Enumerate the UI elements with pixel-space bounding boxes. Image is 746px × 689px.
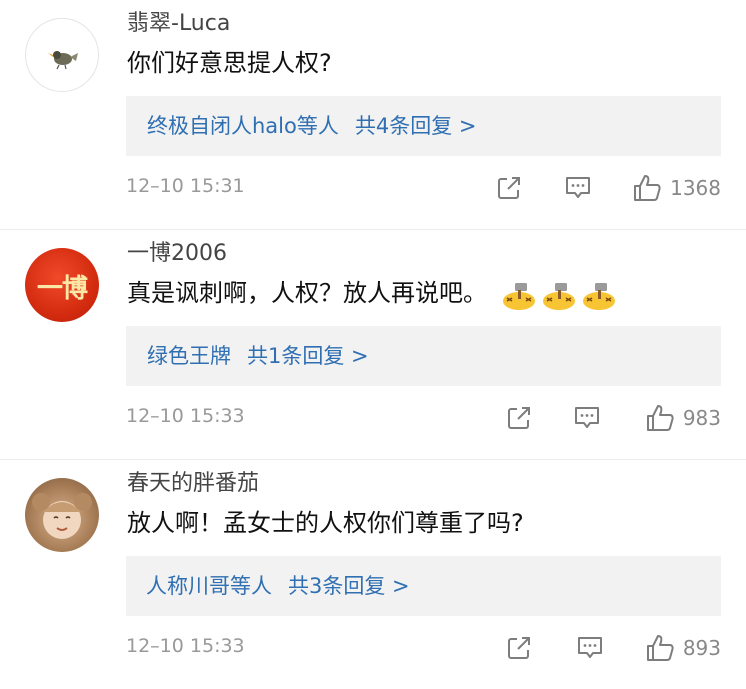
reply-count-link[interactable]: 共4条回复 >	[355, 114, 477, 138]
thumbs-up-icon	[634, 175, 661, 201]
baby-face-avatar-icon	[32, 493, 92, 539]
like-count: 983	[682, 406, 721, 430]
comment-text-row: 真是讽刺啊，人权？放人再说吧。	[127, 277, 621, 311]
like-button[interactable]: 893	[645, 632, 721, 664]
like-button[interactable]: 983	[645, 402, 721, 434]
comment-meta: 12–10 15:33 893	[126, 632, 721, 664]
comment-meta: 12–10 15:33 983	[126, 402, 721, 434]
share-button[interactable]	[506, 632, 532, 664]
comment-icon	[578, 637, 602, 658]
comment-item: 一博 一博2006 真是讽刺啊，人权？放人再说吧。 绿色王牌共1条回复 > 1	[0, 230, 746, 460]
comment-item: 春天的胖番茄 放人啊！孟女士的人权你们尊重了吗? 人称川哥等人 共3条回复 > 1…	[0, 460, 746, 689]
avatar[interactable]: 一博	[25, 248, 99, 322]
share-icon	[508, 407, 530, 429]
share-button[interactable]	[506, 402, 532, 434]
comment-button[interactable]	[564, 172, 592, 204]
reply-users[interactable]: 终极自闭人halo等人	[147, 114, 339, 138]
share-icon	[498, 177, 520, 199]
like-count: 893	[682, 636, 721, 660]
comment-icon	[566, 177, 590, 198]
comment-meta: 12–10 15:31 1368	[126, 172, 721, 204]
username[interactable]: 翡翠-Luca	[127, 10, 230, 38]
timestamp: 12–10 15:33	[126, 405, 245, 427]
emoji-group	[501, 278, 621, 311]
timestamp: 12–10 15:33	[126, 635, 245, 657]
reply-users[interactable]: 人称川哥等人	[146, 574, 272, 598]
thumbs-up-icon	[646, 405, 674, 431]
avatar[interactable]	[25, 18, 99, 92]
like-button[interactable]: 1368	[632, 172, 721, 204]
replies-preview[interactable]: 人称川哥等人 共3条回复 >	[126, 556, 721, 616]
hammer-face-emoji	[583, 282, 615, 310]
like-count: 1368	[670, 176, 721, 200]
comment-button[interactable]	[573, 402, 601, 434]
share-icon	[508, 637, 530, 659]
bird-avatar-icon	[48, 51, 78, 70]
reply-count-link[interactable]: 共3条回复 >	[288, 574, 410, 598]
replies-preview[interactable]: 绿色王牌 共1条回复 >	[126, 326, 721, 386]
hammer-face-emoji	[543, 282, 575, 310]
share-button[interactable]	[496, 172, 522, 204]
comment-item: 翡翠-Luca 你们好意思提人权? 终极自闭人halo等人 共4条回复 > 12–…	[0, 0, 746, 230]
comment-button[interactable]	[576, 632, 604, 664]
replies-preview[interactable]: 终极自闭人halo等人 共4条回复 >	[126, 96, 721, 156]
hammer-face-emoji	[503, 282, 535, 310]
username[interactable]: 春天的胖番茄	[127, 470, 259, 498]
comment-icon	[575, 407, 599, 428]
timestamp: 12–10 15:31	[126, 175, 245, 197]
reply-count-link[interactable]: 共1条回复 >	[247, 344, 369, 368]
comment-text: 你们好意思提人权?	[127, 49, 332, 77]
username[interactable]: 一博2006	[127, 240, 227, 268]
avatar[interactable]	[25, 478, 99, 552]
thumbs-up-icon	[646, 635, 674, 661]
comment-text: 真是讽刺啊，人权？放人再说吧。	[127, 279, 487, 307]
comment-text: 放人啊！孟女士的人权你们尊重了吗?	[127, 509, 524, 537]
reply-users[interactable]: 绿色王牌	[147, 344, 231, 368]
avatar-text: 一博	[36, 274, 88, 304]
